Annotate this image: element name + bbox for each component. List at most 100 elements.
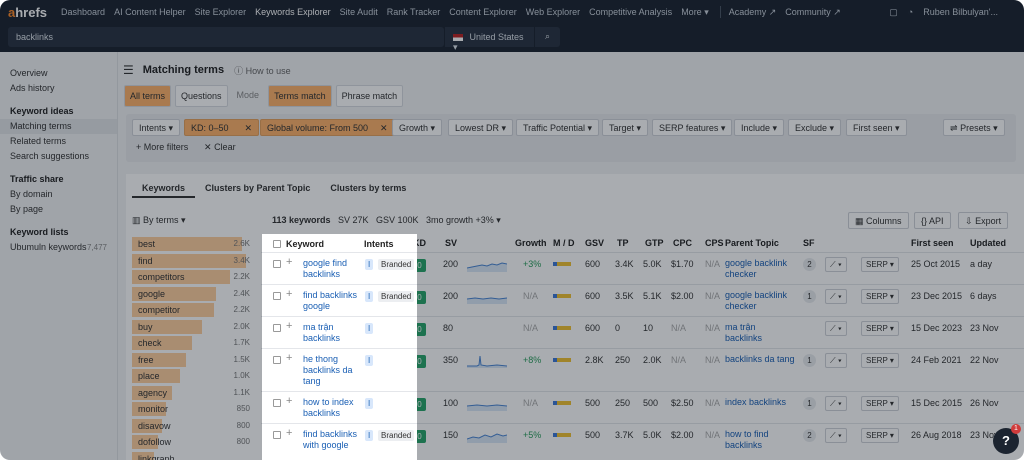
- filter-exclude[interactable]: Exclude ▾: [788, 119, 842, 136]
- trend-button[interactable]: ⟋ ▾: [825, 289, 847, 304]
- trend-button[interactable]: ⟋ ▾: [825, 353, 847, 368]
- add-to-list-icon[interactable]: +: [286, 320, 292, 332]
- filter-intents[interactable]: Intents ▾: [132, 119, 181, 136]
- select-all-checkbox[interactable]: [273, 240, 281, 248]
- serp-button[interactable]: SERP ▾: [861, 353, 899, 368]
- column-header-intents[interactable]: Intents: [364, 235, 394, 253]
- keyword-link[interactable]: google find backlinks: [303, 258, 361, 280]
- results-tab[interactable]: Clusters by terms: [320, 180, 416, 198]
- trend-button[interactable]: ⟋ ▾: [825, 321, 847, 336]
- sidebar-item[interactable]: By page: [0, 202, 117, 217]
- add-to-list-icon[interactable]: +: [286, 352, 292, 364]
- export-button[interactable]: ⇩ Export: [958, 212, 1009, 229]
- parent-topic-link[interactable]: ma trận backlinks: [725, 322, 795, 344]
- nav-item[interactable]: Web Explorer: [526, 7, 580, 17]
- column-header[interactable]: GSV: [585, 234, 604, 252]
- serp-button[interactable]: SERP ▾: [861, 428, 899, 443]
- history-icon[interactable]: ◔: [908, 7, 913, 17]
- nav-item[interactable]: Dashboard: [61, 7, 105, 17]
- column-header[interactable]: TP: [617, 234, 629, 252]
- results-tab[interactable]: Clusters by Parent Topic: [195, 180, 320, 198]
- column-header[interactable]: Parent Topic: [725, 234, 779, 252]
- row-checkbox[interactable]: [273, 260, 281, 268]
- parent-topic-link[interactable]: index backlinks: [725, 397, 795, 408]
- filter-growth[interactable]: Growth ▾: [392, 119, 443, 136]
- more-filters-button[interactable]: + More filters: [136, 142, 188, 152]
- parent-topic-link[interactable]: google backlink checker: [725, 290, 795, 312]
- term-bar-row[interactable]: linkgraph: [132, 451, 252, 460]
- column-header[interactable]: CPC: [673, 234, 692, 252]
- keyword-link[interactable]: find backlinks with google: [303, 429, 361, 451]
- sidebar-item[interactable]: By domain: [0, 187, 117, 202]
- by-terms-dropdown[interactable]: ▥ By terms ▾: [132, 215, 186, 226]
- sidebar-item[interactable]: Search suggestions: [0, 149, 117, 164]
- column-header[interactable]: First seen: [911, 234, 954, 252]
- match-tab[interactable]: Terms match: [268, 85, 332, 107]
- close-icon[interactable]: ✕: [245, 123, 253, 133]
- term-bar-row[interactable]: check 1.7K: [132, 335, 252, 352]
- search-icon[interactable]: ⌕: [534, 27, 560, 47]
- term-bar-row[interactable]: disavow 800: [132, 418, 252, 435]
- serp-button[interactable]: SERP ▾: [861, 257, 899, 272]
- trend-button[interactable]: ⟋ ▾: [825, 396, 847, 411]
- match-tab[interactable]: Phrase match: [335, 85, 404, 107]
- column-header[interactable]: Growth: [515, 234, 547, 252]
- sidebar-item-keyword-list[interactable]: Ubumuln keywords 7,477: [0, 240, 117, 255]
- sidebar-item[interactable]: Ads history: [0, 81, 117, 96]
- column-header-keyword[interactable]: Keyword: [286, 235, 324, 253]
- api-button[interactable]: {} API: [914, 212, 951, 229]
- column-header[interactable]: M / D: [553, 234, 575, 252]
- user-menu[interactable]: Ruben Bilbulyan'...: [923, 7, 998, 17]
- column-header[interactable]: Updated: [970, 234, 1006, 252]
- country-select[interactable]: United States ▾: [444, 27, 534, 52]
- add-to-list-icon[interactable]: +: [286, 427, 292, 439]
- match-tab[interactable]: Questions: [175, 85, 228, 107]
- keyword-link[interactable]: how to index backlinks: [303, 397, 361, 419]
- ahrefs-logo[interactable]: ahrefs: [8, 5, 47, 20]
- sidebar-item[interactable]: Related terms: [0, 134, 117, 149]
- keyword-link[interactable]: ma trận backlinks: [303, 322, 361, 344]
- clear-filters-button[interactable]: ✕ Clear: [204, 142, 236, 153]
- nav-item[interactable]: Content Explorer: [449, 7, 517, 17]
- parent-topic-link[interactable]: backlinks da tang: [725, 354, 795, 365]
- row-checkbox[interactable]: [273, 431, 281, 439]
- nav-item[interactable]: Community ↗: [785, 7, 841, 17]
- serp-button[interactable]: SERP ▾: [861, 396, 899, 411]
- sidebar-item[interactable]: Overview: [0, 66, 117, 81]
- term-bar-row[interactable]: competitors 2.2K: [132, 269, 252, 286]
- columns-button[interactable]: ▦ Columns: [848, 212, 909, 229]
- nav-item[interactable]: More ▾: [681, 7, 709, 17]
- column-header[interactable]: SF: [803, 234, 815, 252]
- row-checkbox[interactable]: [273, 399, 281, 407]
- serp-button[interactable]: SERP ▾: [861, 321, 899, 336]
- window-icon[interactable]: ▢: [889, 7, 898, 18]
- match-tab[interactable]: All terms: [124, 85, 172, 107]
- column-header[interactable]: GTP: [645, 234, 664, 252]
- term-bar-row[interactable]: google 2.4K: [132, 286, 252, 303]
- term-bar-row[interactable]: monitor 850: [132, 401, 252, 418]
- term-bar-row[interactable]: free 1.5K: [132, 352, 252, 369]
- trend-button[interactable]: ⟋ ▾: [825, 257, 847, 272]
- add-to-list-icon[interactable]: +: [286, 395, 292, 407]
- add-to-list-icon[interactable]: +: [286, 288, 292, 300]
- filter-serp-features[interactable]: SERP features ▾: [652, 119, 733, 136]
- nav-item[interactable]: Site Audit: [340, 7, 378, 17]
- filter-global-volume[interactable]: Global volume: From 500 ✕: [260, 119, 395, 136]
- parent-topic-link[interactable]: how to find backlinks: [725, 429, 795, 451]
- serp-button[interactable]: SERP ▾: [861, 289, 899, 304]
- nav-item[interactable]: Keywords Explorer: [255, 7, 331, 17]
- term-bar-row[interactable]: place 1.0K: [132, 368, 252, 385]
- filter-kd[interactable]: KD: 0–50 ✕: [184, 119, 260, 136]
- nav-item[interactable]: Rank Tracker: [387, 7, 441, 17]
- menu-icon[interactable]: ☰: [123, 63, 134, 77]
- parent-topic-link[interactable]: google backlink checker: [725, 258, 795, 280]
- column-header[interactable]: SV: [445, 234, 457, 252]
- row-checkbox[interactable]: [273, 292, 281, 300]
- trend-button[interactable]: ⟋ ▾: [825, 428, 847, 443]
- results-tab[interactable]: Keywords: [132, 180, 196, 198]
- term-bar-row[interactable]: agency 1.1K: [132, 385, 252, 402]
- growth-dropdown[interactable]: 3mo growth +3% ▾: [426, 215, 501, 226]
- term-bar-row[interactable]: dofollow 800: [132, 434, 252, 451]
- term-bar-row[interactable]: best 2.6K: [132, 236, 252, 253]
- row-checkbox[interactable]: [273, 356, 281, 364]
